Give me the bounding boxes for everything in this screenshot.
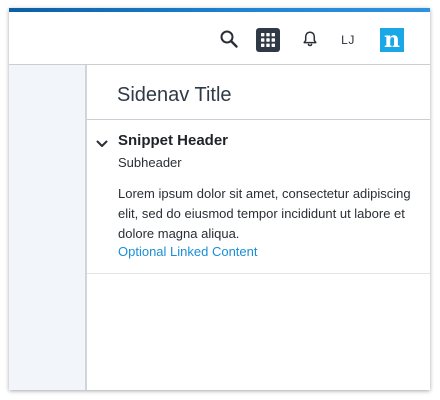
app-header: LJ n <box>9 12 430 65</box>
snippet-item: Snippet Header Subheader Lorem ipsum dol… <box>87 120 430 274</box>
snippet-subheader: Subheader <box>118 155 182 170</box>
chevron-down-icon[interactable] <box>96 136 108 147</box>
snippet-header[interactable]: Snippet Header <box>118 132 228 149</box>
bell-icon[interactable] <box>299 28 321 50</box>
brand-logo: n <box>380 28 404 52</box>
app-grid-button[interactable] <box>256 28 280 52</box>
user-avatar[interactable]: LJ <box>336 28 360 52</box>
snippet-body: Lorem ipsum dolor sit amet, consectetur … <box>118 186 411 241</box>
optional-linked-content-link[interactable]: Optional Linked Content <box>118 244 257 259</box>
search-icon[interactable] <box>218 28 240 50</box>
sidenav-title: Sidenav Title <box>117 84 232 106</box>
left-rail <box>9 65 87 390</box>
app-window: LJ n Sidenav Title Snippet Header Subhea… <box>9 8 430 390</box>
grid-icon <box>261 33 275 47</box>
sidenav-panel: Sidenav Title Snippet Header Subheader L… <box>87 65 430 390</box>
